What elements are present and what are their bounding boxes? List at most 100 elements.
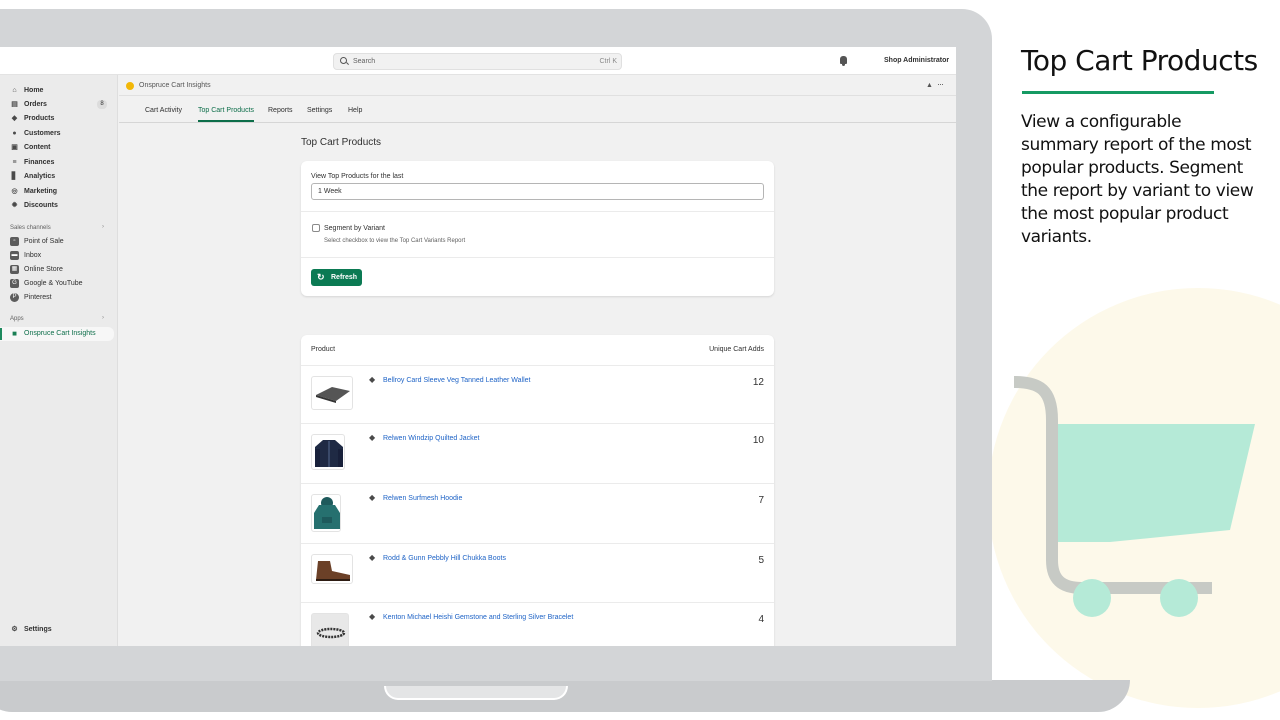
segment-help-text: Select checkbox to view the Top Cart Var… [324,238,466,244]
product-thumbnail[interactable] [311,613,349,646]
sidebar-item-label: Orders [24,101,47,108]
app-tabs: Cart Activity Top Cart Products Reports … [119,96,956,123]
content-icon: ▣ [11,144,18,151]
sidebar-item-label: Point of Sale [24,238,64,245]
sidebar-item-inbox[interactable]: ▬ Inbox [0,249,114,263]
refresh-button[interactable]: ↻ Refresh [311,269,362,286]
pinterest-icon: P [10,293,19,302]
store-icon: ▦ [10,265,19,274]
sidebar-item-label: Inbox [24,252,42,259]
sidebar-item-content[interactable]: ▣ Content [0,141,114,155]
tab-cart-activity[interactable]: Cart Activity [145,107,182,120]
tag-icon: ◆ [369,612,376,621]
product-link[interactable]: Rodd & Gunn Pebbly Hill Chukka Boots [383,555,506,562]
product-thumbnail[interactable] [311,434,345,470]
sidebar-item-label: Online Store [24,266,63,273]
chart-icon: ▋ [11,173,18,180]
app-name: Onspruce Cart Insights [139,82,211,89]
orders-count-badge: 8 [97,100,107,109]
product-thumbnail[interactable] [311,554,353,584]
promo-description: View a configurable summary report of th… [1021,112,1254,247]
tag-icon: ◆ [11,115,18,122]
column-header-product: Product [311,346,336,353]
discount-icon: ✹ [11,202,18,209]
page-title: Top Cart Products [301,137,382,148]
app-logo-icon [126,82,134,90]
tab-top-cart-products[interactable]: Top Cart Products [198,107,255,122]
sidebar-item-orders[interactable]: ▤ Orders 8 [0,98,114,112]
pos-icon: ▫ [10,237,19,246]
sidebar-item-label: Content [24,144,51,151]
bank-icon: ≡ [12,159,17,166]
product-thumbnail[interactable] [311,494,341,532]
results-table: Product Unique Cart Adds ◆ Bellroy Card … [301,335,774,646]
promo-title: Top Cart Products [1021,44,1258,77]
laptop-notch [384,686,568,700]
sidebar: ⌂ Home ▤ Orders 8 ◆ Products ● Customers… [0,75,118,646]
sidebar-item-google-youtube[interactable]: G Google & YouTube [0,277,114,291]
tab-settings[interactable]: Settings [307,107,332,120]
more-options-icon[interactable]: ··· [937,79,944,89]
refresh-label: Refresh [331,274,358,281]
product-link[interactable]: Bellroy Card Sleeve Veg Tanned Leather W… [383,377,530,384]
divider [301,211,774,212]
segment-by-variant-checkbox[interactable] [312,224,320,232]
segment-label: Segment by Variant [324,225,385,232]
sidebar-item-analytics[interactable]: ▋ Analytics [0,170,114,184]
orders-icon: ▤ [11,101,18,108]
sidebar-item-label: Discounts [24,202,58,209]
promo-title-underline [1022,91,1214,94]
search-placeholder: Search [353,58,376,65]
sidebar-item-discounts[interactable]: ✹ Discounts [0,199,114,213]
tag-icon: ◆ [369,433,376,442]
stage: Search Ctrl K Shop Administrator ⌂ Home … [0,0,1280,720]
period-select[interactable]: 1 Week [311,183,764,200]
product-thumbnail[interactable] [311,376,353,410]
sidebar-item-settings[interactable]: ⚙ Settings [0,623,114,637]
search-icon [340,57,347,64]
cart-adds-count: 5 [758,555,764,566]
product-link[interactable]: Kenton Michael Heishi Gemstone and Sterl… [383,614,573,621]
person-icon: ● [12,130,17,137]
sidebar-item-point-of-sale[interactable]: ▫ Point of Sale [0,235,114,249]
tab-help[interactable]: Help [348,107,362,120]
sidebar-item-online-store[interactable]: ▦ Online Store [0,263,114,277]
product-link[interactable]: Relwen Windzip Quilted Jacket [383,435,480,442]
sidebar-item-customers[interactable]: ● Customers [0,127,114,141]
sidebar-item-label: Onspruce Cart Insights [24,330,96,337]
apps-heading: Apps [10,316,24,322]
search-input[interactable]: Search Ctrl K [333,53,622,70]
sidebar-item-pinterest[interactable]: P Pinterest [0,291,114,305]
app-screen: Search Ctrl K Shop Administrator ⌂ Home … [0,47,956,646]
sidebar-item-products[interactable]: ◆ Products [0,112,114,126]
sidebar-item-label: Google & YouTube [24,280,83,287]
pin-icon[interactable]: ▲ [926,82,933,89]
sidebar-item-onspruce-cart-insights[interactable]: ■ Onspruce Cart Insights [0,327,114,341]
sidebar-item-finances[interactable]: ≡ Finances [0,156,114,170]
column-header-unique-cart-adds: Unique Cart Adds [709,346,764,353]
chevron-right-icon[interactable]: › [102,224,104,230]
laptop-base [0,680,1130,712]
bell-icon[interactable] [840,56,847,66]
inbox-icon: ▬ [10,251,19,260]
sidebar-item-label: Pinterest [24,294,52,301]
search-shortcut: Ctrl K [599,58,618,65]
refresh-icon: ↻ [317,272,325,282]
user-menu[interactable]: Shop Administrator [884,57,949,64]
home-icon: ⌂ [12,87,17,94]
divider [301,257,774,258]
sidebar-item-label: Settings [24,626,52,633]
tab-reports[interactable]: Reports [268,107,293,120]
chevron-right-icon[interactable]: › [102,315,104,321]
product-link[interactable]: Relwen Surfmesh Hoodie [383,495,462,502]
cart-adds-count: 12 [752,377,764,388]
tag-icon: ◆ [369,553,376,562]
sidebar-item-label: Products [24,115,55,122]
cart-adds-count: 7 [758,495,764,506]
google-icon: G [10,279,19,288]
tag-icon: ◆ [369,375,376,384]
sidebar-item-home[interactable]: ⌂ Home [0,84,114,98]
cart-adds-count: 4 [758,614,764,625]
sidebar-item-marketing[interactable]: ◎ Marketing [0,185,114,199]
table-row: ◆ Kenton Michael Heishi Gemstone and Ste… [301,602,774,646]
